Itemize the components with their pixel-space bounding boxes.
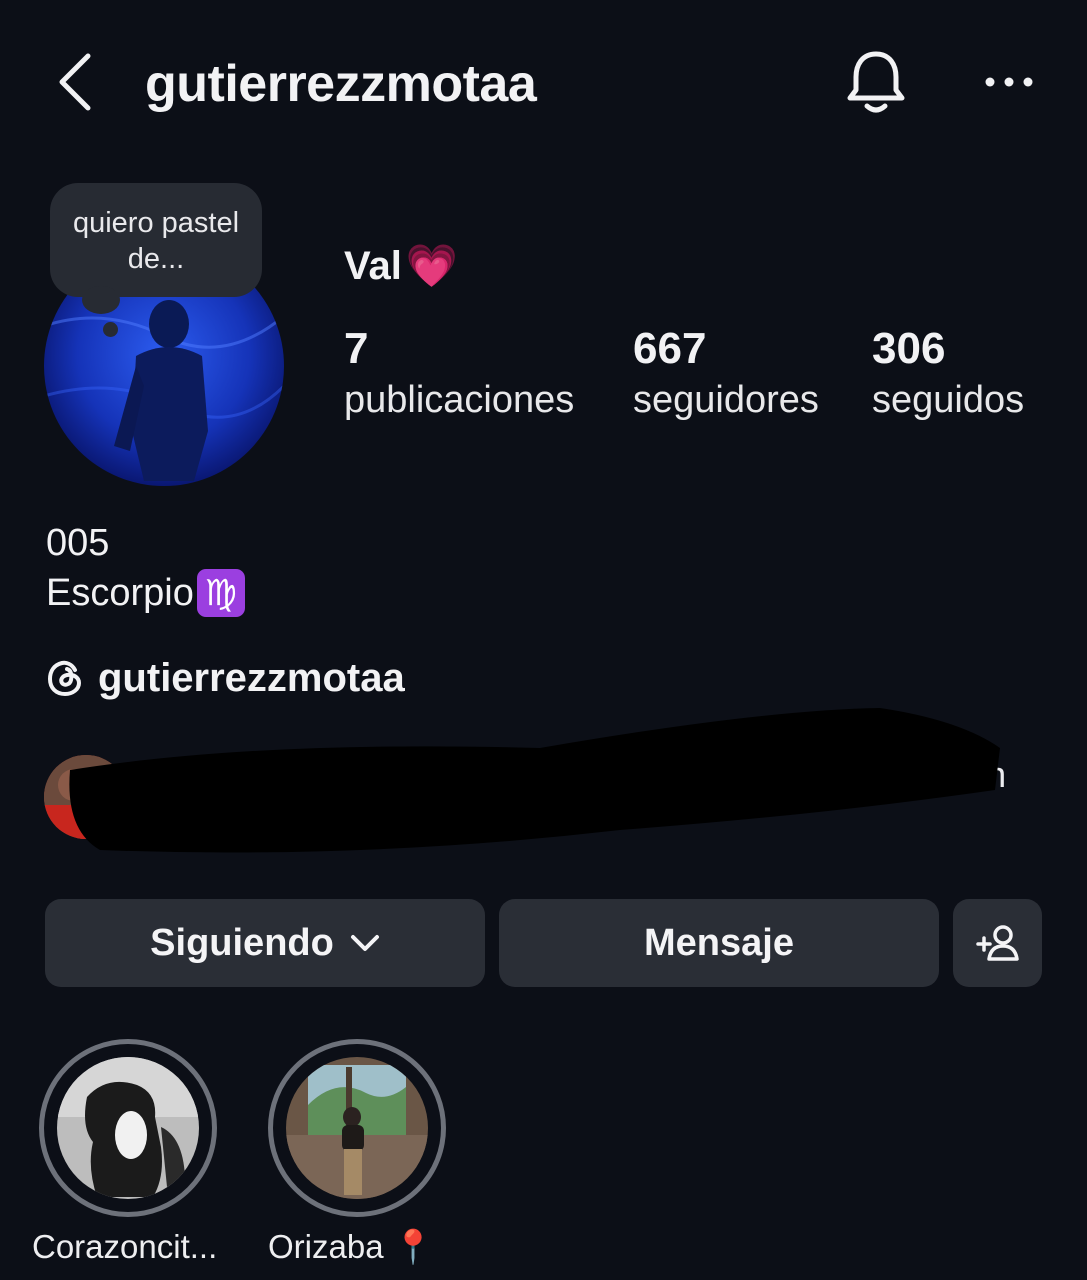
chevron-down-icon [350, 935, 379, 951]
display-name-text: Val [344, 244, 402, 288]
following-button[interactable]: Siguiendo [45, 899, 485, 987]
following-button-label: Siguiendo [150, 921, 334, 964]
redaction-scribble [60, 700, 1020, 860]
notifications-button[interactable] [842, 46, 910, 118]
add-user-button[interactable] [953, 899, 1042, 987]
note-bubble-tail [82, 286, 120, 314]
highlight-2-label: Orizaba 📍 [268, 1228, 434, 1265]
story-highlight-2[interactable] [268, 1039, 446, 1217]
highlight-1-image [57, 1057, 199, 1199]
posts-count-value: 7 [344, 324, 369, 373]
bio-line-1: 005 [46, 522, 110, 564]
following-count-value: 306 [872, 324, 946, 373]
highlight-2-image [286, 1057, 428, 1199]
message-button-label: Mensaje [644, 921, 794, 964]
posts-count[interactable]: 7 publicaciones [344, 322, 574, 424]
followers-count-value: 667 [633, 324, 707, 373]
add-user-icon [975, 925, 1019, 961]
profile-note-bubble[interactable]: quiero pastel de... [50, 183, 262, 297]
profile-username-title: gutierrezzmotaa [145, 55, 537, 113]
zodiac-emoji: ♍ [196, 569, 245, 617]
followers-count-label: seguidores [633, 379, 819, 421]
profile-note-text: quiero pastel de... [72, 207, 240, 275]
more-options-button[interactable] [980, 62, 1040, 102]
threads-handle: gutierrezzmotaa [98, 656, 405, 700]
heart-emoji: 💗 [405, 242, 459, 289]
highlight-1-label: Corazoncit... [32, 1228, 218, 1265]
bell-icon [847, 51, 905, 113]
chevron-left-icon [59, 53, 91, 111]
following-count[interactable]: 306 seguidos [872, 322, 1024, 424]
more-horizontal-icon [985, 77, 1033, 87]
back-button[interactable] [52, 50, 104, 114]
threads-icon [47, 660, 82, 697]
following-count-label: seguidos [872, 379, 1025, 421]
message-button[interactable]: Mensaje [499, 899, 939, 987]
bio-line-2-text: Escorpio [46, 572, 194, 614]
threads-link[interactable]: gutierrezzmotaa [46, 652, 405, 704]
note-bubble-tail-dot [103, 322, 118, 337]
followers-count[interactable]: 667 seguidores [633, 322, 819, 424]
story-highlight-1[interactable] [39, 1039, 217, 1217]
display-name: Val 💗 [344, 240, 458, 292]
bio-line-2: Escorpio ♍ [46, 568, 245, 618]
posts-count-label: publicaciones [344, 379, 575, 421]
